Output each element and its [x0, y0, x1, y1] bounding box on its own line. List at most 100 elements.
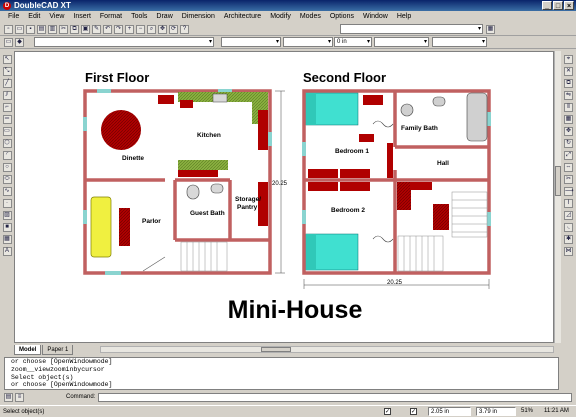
- modify-toolbar: ⌖ ✕ ⧉ ⇋ ⫴ ▦ ✥ ↻ ⤢ ⇔ ✂ ⟶ ⌇ ◿ ◟ ✱ ⋈: [561, 53, 576, 343]
- menu-tools[interactable]: Tools: [131, 13, 147, 20]
- menu-help[interactable]: Help: [397, 13, 411, 20]
- dinette-label: Dinette: [122, 155, 144, 162]
- save-icon[interactable]: ▪: [26, 24, 35, 34]
- explode-icon[interactable]: ✱: [564, 235, 573, 244]
- polyline-tool-icon[interactable]: ⌐: [2, 103, 12, 112]
- trim-icon[interactable]: ✂: [564, 175, 573, 184]
- tab-model[interactable]: Model: [14, 344, 42, 355]
- join-icon[interactable]: ⋈: [564, 247, 573, 256]
- dresser-left: [308, 169, 338, 178]
- undo-icon[interactable]: ↶: [103, 24, 112, 34]
- ellipse-tool-icon[interactable]: ⬭: [2, 175, 12, 184]
- menu-bar: File Edit View Insert Format Tools Draw …: [0, 11, 576, 22]
- circle-tool-icon[interactable]: ○: [2, 163, 12, 172]
- zoom-out-icon[interactable]: −: [136, 24, 145, 34]
- offset-icon[interactable]: ⫴: [564, 103, 573, 112]
- menu-view[interactable]: View: [49, 13, 64, 20]
- lineweight-select[interactable]: 0 in: [334, 37, 372, 47]
- rotate-icon[interactable]: ↻: [564, 139, 573, 148]
- menu-options[interactable]: Options: [330, 13, 354, 20]
- print-preview-icon[interactable]: ▥: [48, 24, 57, 34]
- pen-width-select[interactable]: [374, 37, 429, 47]
- edit-tool-icon[interactable]: ⤡: [2, 67, 12, 76]
- maximize-button[interactable]: □: [553, 1, 563, 10]
- menu-draw[interactable]: Draw: [156, 13, 172, 20]
- erase-icon[interactable]: ✕: [564, 67, 573, 76]
- array-icon[interactable]: ▦: [564, 115, 573, 124]
- menu-architecture[interactable]: Architecture: [224, 13, 261, 20]
- text-tool-icon[interactable]: A: [2, 247, 12, 256]
- history-line: or choose [OpenWindowmode]: [11, 358, 113, 365]
- horizontal-scroll-thumb[interactable]: [261, 347, 291, 352]
- pan-icon[interactable]: ✥: [158, 24, 167, 34]
- vertical-scrollbar[interactable]: [554, 51, 561, 343]
- polygon-tool-icon[interactable]: ⬡: [2, 139, 12, 148]
- cut-icon[interactable]: ✂: [59, 24, 68, 34]
- open-folder-icon[interactable]: ▭: [15, 24, 24, 34]
- extend-icon[interactable]: ⟶: [564, 187, 574, 196]
- fill-tool-icon[interactable]: ■: [2, 223, 12, 232]
- tab-paper-1[interactable]: Paper 1: [42, 344, 74, 355]
- menu-modes[interactable]: Modes: [300, 13, 321, 20]
- arc-tool-icon[interactable]: ◜: [2, 151, 12, 160]
- redraw-icon[interactable]: ⟳: [169, 24, 178, 34]
- properties-icon[interactable]: ◆: [15, 37, 24, 47]
- copy-object-icon[interactable]: ⧉: [564, 79, 573, 88]
- table-tool-icon[interactable]: ▦: [2, 235, 12, 244]
- multiline-tool-icon[interactable]: ⫽: [2, 91, 12, 100]
- command-history-icon[interactable]: ≡: [15, 392, 24, 402]
- ortho-checkbox[interactable]: ✓: [410, 408, 417, 415]
- rectangle-tool-icon[interactable]: ▭: [2, 127, 12, 136]
- menu-dimension[interactable]: Dimension: [182, 13, 215, 20]
- minimize-button[interactable]: _: [542, 1, 552, 10]
- zoom-window-icon[interactable]: ⌕: [147, 24, 156, 34]
- hatch-tool-icon[interactable]: ▨: [2, 211, 12, 220]
- mirror-icon[interactable]: ⇋: [564, 91, 573, 100]
- layer-select[interactable]: [340, 24, 483, 34]
- chamfer-icon[interactable]: ◿: [564, 211, 573, 220]
- redo-icon[interactable]: ↷: [114, 24, 123, 34]
- menu-insert[interactable]: Insert: [73, 13, 91, 20]
- layer-manager-icon[interactable]: ▦: [486, 25, 495, 34]
- double-line-icon[interactable]: ═: [2, 115, 12, 124]
- history-line: zoom__viewzoominbycursor: [11, 365, 105, 373]
- fill-select[interactable]: [432, 37, 487, 47]
- move-icon[interactable]: ✥: [564, 127, 573, 136]
- close-button[interactable]: ×: [564, 1, 574, 10]
- paste-icon[interactable]: ▣: [81, 24, 90, 34]
- history-line: or choose [OpenWindowmode]: [11, 381, 113, 389]
- zoom-in-icon[interactable]: +: [125, 24, 134, 34]
- properties-toolbar: ▭ ◆ 0 in: [0, 36, 576, 49]
- drawing-canvas[interactable]: First Floor Second Floor Kitchen Dinette…: [14, 51, 554, 343]
- fillet-icon[interactable]: ◟: [564, 223, 573, 232]
- line-tool-icon[interactable]: ╱: [2, 79, 12, 88]
- help-icon[interactable]: ?: [180, 24, 189, 34]
- menu-format[interactable]: Format: [100, 13, 122, 20]
- menu-file[interactable]: File: [8, 13, 19, 20]
- command-input[interactable]: [98, 392, 572, 402]
- select-arrow-icon[interactable]: ↖: [2, 55, 12, 64]
- copy-icon[interactable]: ⧉: [70, 24, 79, 34]
- menu-modify[interactable]: Modify: [270, 13, 291, 20]
- break-icon[interactable]: ⌇: [564, 199, 573, 208]
- scale-icon[interactable]: ⤢: [564, 151, 573, 160]
- color-select[interactable]: [34, 37, 214, 47]
- snap-checkbox[interactable]: ✓: [384, 408, 391, 415]
- new-file-icon[interactable]: ▫: [4, 24, 13, 34]
- match-props-icon[interactable]: ✎: [92, 24, 101, 34]
- command-row: ▤ ≡ Command:: [4, 391, 572, 403]
- linetype-select[interactable]: [221, 37, 281, 47]
- linescale-select[interactable]: [283, 37, 333, 47]
- snap-icon[interactable]: ⌖: [564, 55, 573, 64]
- menu-edit[interactable]: Edit: [28, 13, 40, 20]
- guest-bath-sink: [210, 183, 224, 194]
- stretch-icon[interactable]: ⇔: [564, 163, 573, 172]
- curve-tool-icon[interactable]: ∿: [2, 187, 12, 196]
- menu-window[interactable]: Window: [363, 13, 388, 20]
- layer-icon[interactable]: ▭: [4, 37, 13, 47]
- history-line: Select object(s): [11, 373, 74, 381]
- print-icon[interactable]: ▤: [37, 24, 46, 34]
- point-tool-icon[interactable]: ·: [2, 199, 12, 208]
- horizontal-scrollbar[interactable]: [100, 346, 554, 353]
- command-options-icon[interactable]: ▤: [4, 392, 13, 402]
